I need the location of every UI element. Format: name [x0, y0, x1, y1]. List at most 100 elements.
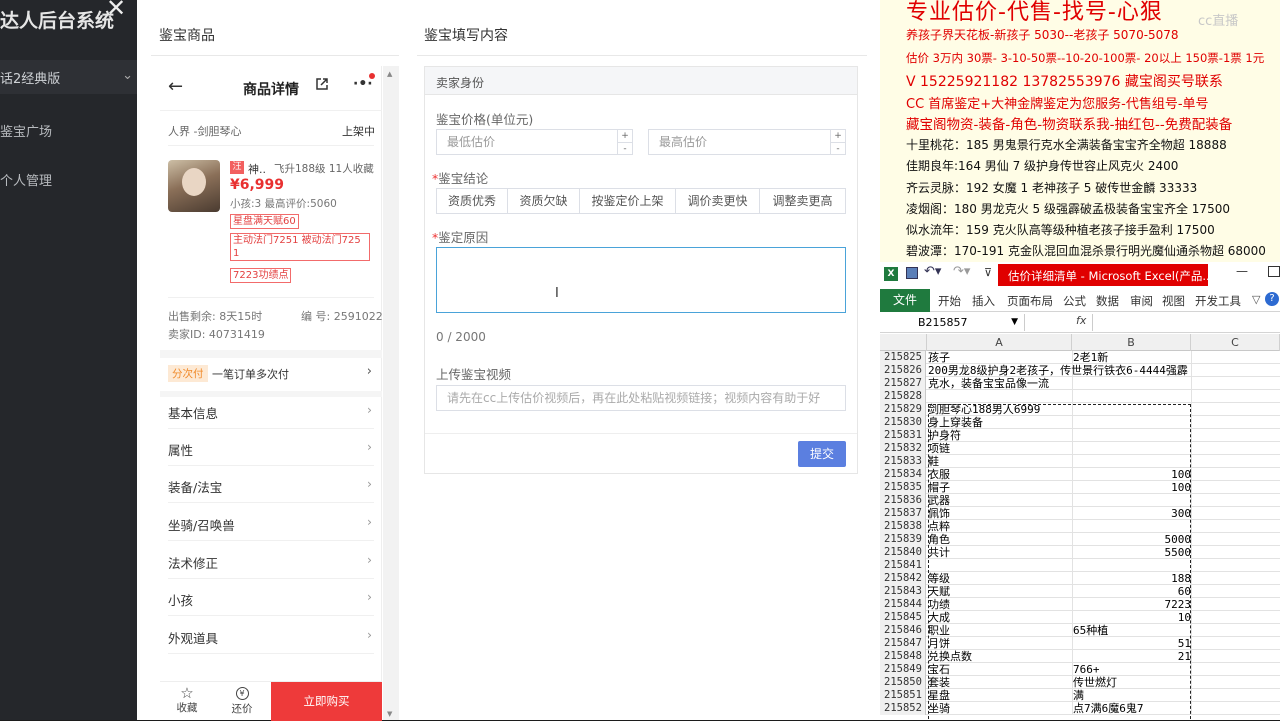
version-select[interactable]: 话2经典版 ⌄	[0, 60, 137, 94]
help-icon[interactable]: ?	[1265, 292, 1279, 306]
table-row[interactable]: 215825 孩子 2老1新	[880, 351, 1280, 364]
name-box[interactable]: B215857 ▼	[880, 314, 1025, 331]
row-number[interactable]: 215827	[880, 377, 926, 390]
nav-item-personal[interactable]: 个人管理	[0, 170, 52, 189]
back-arrow-icon[interactable]: ←	[168, 76, 183, 97]
section-equipment[interactable]: 装备/法宝 ›	[168, 466, 374, 503]
tab-data[interactable]: 数据	[1096, 293, 1119, 309]
submit-button[interactable]: 提交	[798, 441, 846, 467]
bargain-button[interactable]: ¥ 还价	[229, 685, 255, 716]
row-number[interactable]: 215850	[880, 676, 926, 689]
section-basic-info[interactable]: 基本信息 ›	[168, 392, 374, 429]
tab-page-layout[interactable]: 页面布局	[1007, 293, 1053, 309]
cell-a[interactable]: 克水，装备宝宝品像一流	[928, 377, 1071, 390]
function-icon[interactable]: fx	[1076, 314, 1086, 327]
cell-a[interactable]: 200男龙8级护身2老孩子，传世景行铁衣6-4444强霹	[928, 364, 1188, 377]
row-number[interactable]: 215836	[880, 494, 926, 507]
row-number[interactable]: 215841	[880, 559, 926, 572]
stepper[interactable]: + -	[830, 130, 845, 154]
row-number[interactable]: 215852	[880, 702, 926, 715]
preview-scrollbar[interactable]: ▲ ▼	[383, 66, 399, 720]
row-number[interactable]: 215833	[880, 455, 926, 468]
chevron-right-icon: ›	[367, 514, 372, 529]
section-attributes[interactable]: 属性 ›	[168, 429, 374, 466]
tab-home[interactable]: 开始	[938, 293, 961, 309]
row-number[interactable]: 215846	[880, 624, 926, 637]
section-appearance[interactable]: 外观道具 ›	[168, 617, 374, 654]
tab-review[interactable]: 审阅	[1130, 293, 1153, 309]
close-icon[interactable]: ✕	[106, 0, 126, 22]
row-number[interactable]: 215849	[880, 663, 926, 676]
stepper[interactable]: + -	[617, 130, 632, 154]
row-number[interactable]: 215835	[880, 481, 926, 494]
price-label: 鉴宝价格(单位元)	[436, 112, 534, 127]
item-name: 神..	[248, 163, 266, 176]
row-number[interactable]: 215845	[880, 611, 926, 624]
undo-icon[interactable]: ↶▾	[924, 264, 941, 279]
row-number[interactable]: 215843	[880, 585, 926, 598]
tab-view[interactable]: 视图	[1162, 293, 1185, 309]
conclusion-option[interactable]: 资质欠缺	[508, 188, 580, 214]
tab-insert[interactable]: 插入	[972, 293, 995, 309]
max-price-input[interactable]: 最高估价 + -	[648, 129, 846, 155]
video-link-input[interactable]: 请先在cc上传估价视频后，再在此处粘贴视频链接；视频内容有助于好	[436, 385, 846, 411]
section-children[interactable]: 小孩 ›	[168, 579, 374, 616]
cell-a[interactable]: 孩子	[928, 351, 1071, 364]
reason-textarea[interactable]: I	[436, 247, 846, 313]
row-number[interactable]: 215826	[880, 364, 926, 377]
min-price-input[interactable]: 最低估价 + -	[436, 129, 633, 155]
maximize-icon[interactable]	[1268, 266, 1280, 277]
row-number[interactable]: 215828	[880, 390, 926, 403]
select-all-corner[interactable]	[880, 334, 927, 351]
section-mounts[interactable]: 坐骑/召唤兽 ›	[168, 504, 374, 541]
ad-line: 藏宝阁物资-装备-角色-物资联系我-抽红包--免费配装备	[906, 117, 1233, 133]
tag: 星盘满天赋60	[230, 214, 299, 229]
tab-file[interactable]: 文件	[880, 289, 930, 312]
row-number[interactable]: 215825	[880, 351, 926, 364]
conclusion-option[interactable]: 调整卖更高	[760, 188, 846, 214]
row-number[interactable]: 215829	[880, 403, 926, 416]
conclusion-option[interactable]: 按鉴定价上架	[580, 188, 676, 214]
section-label: 法术修正	[168, 556, 219, 571]
nav-item-square[interactable]: 鉴宝广场	[0, 121, 52, 140]
installment-row[interactable]: 分次付 一笔订单多次付 ›	[168, 361, 374, 389]
redo-icon[interactable]: ↷▾	[953, 264, 970, 279]
table-row[interactable]: 215826 200男龙8级护身2老孩子，传世景行铁衣6-4444强霹	[880, 364, 1280, 377]
chevron-down-icon: ⌄	[122, 68, 133, 83]
column-header[interactable]: A	[927, 334, 1072, 351]
row-number[interactable]: 215831	[880, 429, 926, 442]
row-number[interactable]: 215830	[880, 416, 926, 429]
formula-input[interactable]	[1092, 314, 1280, 331]
right-section-title: 鉴宝填写内容	[424, 28, 508, 44]
buy-now-button[interactable]: 立即购买	[271, 682, 382, 721]
table-row[interactable]: 215828	[880, 390, 1280, 403]
conclusion-option[interactable]: 调价卖更快	[676, 188, 760, 214]
save-icon[interactable]	[906, 267, 918, 279]
ad-line: 养孩子界天花板-新孩子 5030--老孩子 5070-5078	[906, 28, 1179, 42]
section-spell-correction[interactable]: 法术修正 ›	[168, 542, 374, 579]
row-number[interactable]: 215832	[880, 442, 926, 455]
row-number[interactable]: 215847	[880, 637, 926, 650]
row-number[interactable]: 215848	[880, 650, 926, 663]
favorite-button[interactable]: ☆ 收藏	[174, 684, 200, 715]
row-number[interactable]: 215838	[880, 520, 926, 533]
minimize-icon[interactable]: —	[1236, 264, 1248, 278]
share-icon[interactable]	[315, 77, 329, 91]
tab-formulas[interactable]: 公式	[1063, 293, 1086, 309]
row-number[interactable]: 215851	[880, 689, 926, 702]
row-number[interactable]: 215839	[880, 533, 926, 546]
quick-access-dropdown-icon[interactable]: ⊽	[984, 266, 992, 279]
ribbon-collapse-icon[interactable]: ▽	[1252, 293, 1260, 306]
row-number[interactable]: 215837	[880, 507, 926, 520]
divider	[417, 55, 867, 56]
conclusion-option[interactable]: 资质优秀	[436, 188, 508, 214]
row-number[interactable]: 215834	[880, 468, 926, 481]
table-row[interactable]: 215827 克水，装备宝宝品像一流	[880, 377, 1280, 390]
row-number[interactable]: 215840	[880, 546, 926, 559]
row-number[interactable]: 215842	[880, 572, 926, 585]
column-header[interactable]: B	[1072, 334, 1191, 351]
cell-b[interactable]: 2老1新	[1073, 351, 1191, 364]
tab-developer[interactable]: 开发工具	[1195, 293, 1241, 309]
column-header[interactable]: C	[1191, 334, 1280, 351]
row-number[interactable]: 215844	[880, 598, 926, 611]
